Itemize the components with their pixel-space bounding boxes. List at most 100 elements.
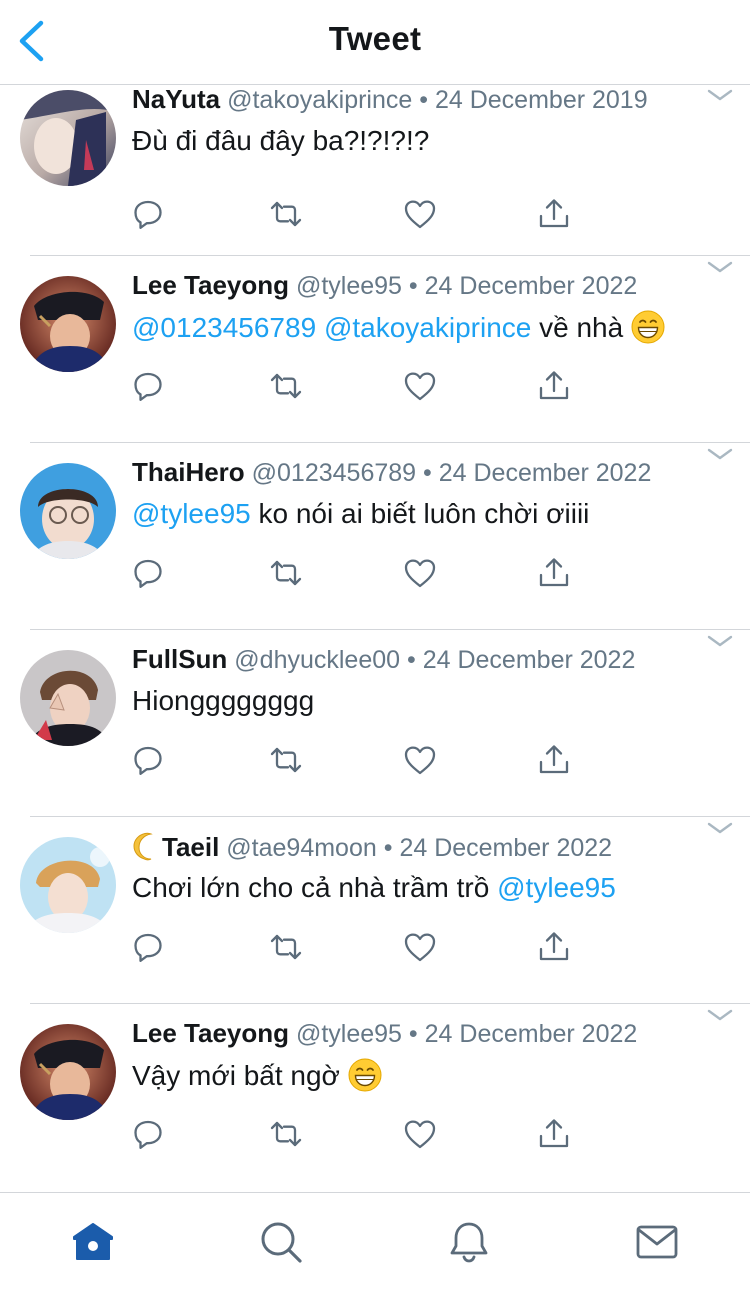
separator: • [383,834,393,862]
tab-notifications[interactable] [446,1219,492,1265]
share-button[interactable] [536,368,572,404]
chevron-down-icon[interactable] [706,820,734,836]
tweet-header: Lee Taeyong @tylee95 • 24 December 2022 [132,1018,637,1049]
reply-button[interactable] [130,1116,166,1152]
chevron-down-icon[interactable] [706,446,734,462]
share-button[interactable] [536,1116,572,1152]
chevron-down-icon[interactable] [706,87,734,103]
like-button[interactable] [402,196,438,232]
like-icon [402,196,438,232]
like-icon [402,929,438,965]
tweet-text: Hiongggggggg [132,684,314,718]
username-handle[interactable]: @takoyakiprince [227,86,412,114]
mention-link[interactable]: @tylee95 [132,498,251,529]
tweet-item[interactable]: Lee Taeyong @tylee95 • 24 December 2022 … [0,256,750,443]
reply-button[interactable] [130,368,166,404]
share-icon [536,742,572,778]
display-name[interactable]: FullSun [132,644,227,674]
share-icon [536,1116,572,1152]
crescent-moon-icon [133,832,153,861]
like-icon [402,555,438,591]
tweet-actions [130,1116,590,1156]
mention-link[interactable]: @tylee95 [497,872,616,903]
separator: • [407,646,416,674]
like-button[interactable] [402,1116,438,1152]
avatar[interactable] [20,463,116,559]
reply-icon [130,196,166,232]
retweet-button[interactable] [268,368,304,404]
reply-button[interactable] [130,196,166,232]
avatar[interactable] [20,1024,116,1120]
tweet-actions [130,929,590,969]
tab-search[interactable] [258,1219,304,1265]
retweet-button[interactable] [268,196,304,232]
page-title: Tweet [328,20,422,57]
bottom-tab-bar [0,1192,750,1291]
reply-button[interactable] [130,742,166,778]
tweet-actions [130,742,590,782]
like-button[interactable] [402,368,438,404]
mention-link[interactable]: @0123456789 [132,312,316,343]
separator: • [419,86,429,114]
reply-thread: NaYuta @takoyakiprince • 24 December 201… [0,84,750,1191]
chevron-down-icon[interactable] [706,259,734,275]
retweet-button[interactable] [268,929,304,965]
share-button[interactable] [536,555,572,591]
username-handle[interactable]: @tylee95 [296,1020,402,1048]
username-handle[interactable]: @dhyucklee00 [234,646,400,674]
share-icon [536,929,572,965]
display-name[interactable]: Lee Taeyong [132,1018,289,1048]
tab-home[interactable] [70,1219,116,1265]
reply-button[interactable] [130,929,166,965]
notifications-icon [450,1222,488,1263]
tweet-text-content: Đù đi đâu đây ba?!?!?!? [132,125,430,156]
like-button[interactable] [402,555,438,591]
share-button[interactable] [536,929,572,965]
like-button[interactable] [402,929,438,965]
like-icon [402,1116,438,1152]
username-handle[interactable]: @tylee95 [296,272,402,300]
chevron-down-icon[interactable] [706,633,734,649]
retweet-button[interactable] [268,742,304,778]
share-button[interactable] [536,742,572,778]
username-handle[interactable]: @0123456789 [252,459,416,487]
tweet-header: ThaiHero @0123456789 • 24 December 2022 [132,457,651,488]
avatar[interactable] [20,90,116,186]
share-icon [536,196,572,232]
tweet-date: 24 December 2022 [399,834,613,862]
reply-icon [130,368,166,404]
share-button[interactable] [536,196,572,232]
tweet-item[interactable]: ThaiHero @0123456789 • 24 December 2022 … [0,443,750,630]
tweet-text-content: Hiongggggggg [132,685,315,716]
avatar[interactable] [20,276,116,372]
tab-messages[interactable] [634,1219,680,1265]
username-handle[interactable]: @tae94moon [226,834,376,862]
separator: • [408,1020,418,1048]
reply-icon [130,555,166,591]
retweet-icon [268,1116,304,1152]
like-button[interactable] [402,742,438,778]
retweet-button[interactable] [268,555,304,591]
retweet-button[interactable] [268,1116,304,1152]
display-name[interactable]: Lee Taeyong [132,270,289,300]
tweet-text-content: Vậy mới bất ngờ [132,1060,340,1091]
tweet-item[interactable]: Taeil @tae94moon • 24 December 2022 Chơi… [0,817,750,1004]
mention-link[interactable]: @takoyakiprince [324,312,531,343]
tweet-actions [130,555,590,595]
tweet-item[interactable]: Lee Taeyong @tylee95 • 24 December 2022 … [0,1004,750,1191]
retweet-icon [268,742,304,778]
chevron-down-icon[interactable] [706,1007,734,1023]
grinning-face-icon [348,1058,382,1092]
share-icon [536,555,572,591]
display-name[interactable]: ThaiHero [132,457,245,487]
avatar[interactable] [20,650,116,746]
display-name[interactable]: NaYuta [132,84,220,114]
retweet-icon [268,196,304,232]
tweet-date: 24 December 2019 [434,86,648,114]
tweet-item[interactable]: FullSun @dhyucklee00 • 24 December 2022 … [0,630,750,817]
avatar[interactable] [20,837,116,933]
tweet-text-content: Chơi lớn cho cả nhà trầm trồ [132,872,490,903]
display-name[interactable]: Taeil [162,832,219,862]
reply-button[interactable] [130,555,166,591]
tweet-item[interactable]: NaYuta @takoyakiprince • 24 December 201… [0,84,750,256]
